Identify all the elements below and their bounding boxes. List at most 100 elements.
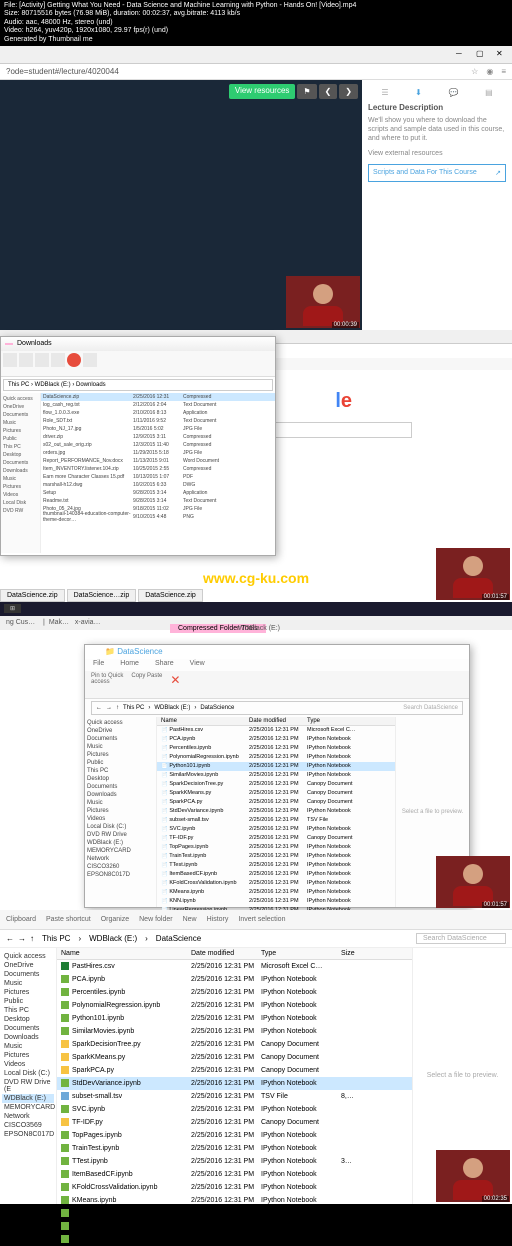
file-row[interactable]: TTest.ipynb2/25/2016 12:31 PMIPython Not…	[57, 1155, 412, 1168]
nav-item[interactable]: EPSON8C017D	[87, 871, 154, 879]
file-list[interactable]: NameDate modifiedTypeSize PastHires.csv2…	[56, 948, 412, 1204]
delete-btn[interactable]	[67, 353, 81, 367]
file-row[interactable]: 📄 KFoldCrossValidation.ipynb2/25/2016 12…	[157, 879, 395, 888]
nav-item[interactable]: Pictures	[87, 807, 154, 815]
file-row[interactable]: 📄 TrainTest.ipynb2/25/2016 12:31 PMIPyth…	[157, 852, 395, 861]
file-row[interactable]: 📄 TTest.ipynb2/25/2016 12:31 PMIPython N…	[157, 861, 395, 870]
file-row[interactable]: thumbnail-140384-education-computer-them…	[41, 513, 275, 521]
nav-item[interactable]: Videos	[2, 1060, 54, 1069]
file-row[interactable]: s02_out_sale_orig.zip12/3/2015 11:40Comp…	[41, 441, 275, 449]
nav-item[interactable]: MEMORYCARD	[87, 847, 154, 855]
nav-item[interactable]: Music	[3, 475, 38, 483]
column-headers[interactable]: NameDate modifiedType	[157, 717, 395, 726]
file-row[interactable]: TF-IDF.py2/25/2016 12:31 PMCanopy Docume…	[57, 1116, 412, 1129]
file-row[interactable]: 📄 KMeans.ipynb2/25/2016 12:31 PMIPython …	[157, 888, 395, 897]
file-row[interactable]: 📄 KNN.ipynb2/25/2016 12:31 PMIPython Not…	[157, 897, 395, 906]
nav-item[interactable]: OneDrive	[87, 727, 154, 735]
resource-link[interactable]: Scripts and Data For This Course ↗	[368, 164, 506, 182]
nav-item[interactable]: WDBlack (E:)	[2, 1094, 54, 1103]
file-row[interactable]: 📄 TopPages.ipynb2/25/2016 12:31 PMIPytho…	[157, 843, 395, 852]
file-row[interactable]: KNN.ipynb2/25/2016 12:31 PMIPython Noteb…	[57, 1207, 412, 1220]
nav-item[interactable]: This PC	[3, 443, 38, 451]
ribbon-btn[interactable]	[83, 353, 97, 367]
file-row[interactable]: KFoldCrossValidation.ipynb2/25/2016 12:3…	[57, 1181, 412, 1194]
nav-item[interactable]: Music	[87, 743, 154, 751]
list-icon[interactable]: ☰	[381, 88, 388, 97]
file-row[interactable]: subset-small.tsv2/25/2016 12:31 PMTSV Fi…	[57, 1090, 412, 1103]
nav-item[interactable]: This PC	[87, 767, 154, 775]
file-row[interactable]: 📄 StdDevVariance.ipynb2/25/2016 12:31 PM…	[157, 807, 395, 816]
file-list[interactable]: NameDate modifiedType 📄 PastHires.csv2/2…	[157, 717, 395, 907]
nav-item[interactable]: This PC	[2, 1006, 54, 1015]
star-icon[interactable]: ☆	[471, 67, 478, 76]
nav-item[interactable]: OneDrive	[2, 961, 54, 970]
nav-item[interactable]: CISCO3260	[87, 863, 154, 871]
nav-item[interactable]: Documents	[2, 970, 54, 979]
nav-item[interactable]: Music	[87, 799, 154, 807]
nav-item[interactable]: Desktop	[3, 451, 38, 459]
crumb[interactable]: This PC	[38, 933, 74, 944]
user-icon[interactable]: ◉	[486, 67, 493, 76]
file-row[interactable]: orders.jpg11/29/2015 5:18JPG File	[41, 449, 275, 457]
path-bar[interactable]: ← → ↑ This PC› WDBlack (E:)› DataScience…	[0, 930, 512, 948]
file-row[interactable]: 📄 ItemBasedCF.ipynb2/25/2016 12:31 PMIPy…	[157, 870, 395, 879]
file-row[interactable]: marshall-h12.dwg10/2/2015 6:33DWG	[41, 481, 275, 489]
nav-item[interactable]: Documents	[3, 411, 38, 419]
file-row[interactable]: log_cash_reg.txt2/12/2016 2:04Text Docum…	[41, 401, 275, 409]
nav-item[interactable]: Videos	[3, 491, 38, 499]
google-search[interactable]	[252, 422, 412, 438]
up-button[interactable]: ↑	[30, 934, 34, 943]
file-row[interactable]: Python101.ipynb2/25/2016 12:31 PMIPython…	[57, 1012, 412, 1025]
doc-icon[interactable]: ▤	[485, 88, 493, 97]
file-row[interactable]: Photo_NJ_17.jpg1/5/2016 5:02JPG File	[41, 425, 275, 433]
file-row[interactable]: 📄 Python101.ipynb2/25/2016 12:31 PMIPyth…	[157, 762, 395, 771]
crumb[interactable]: WDBlack (E:)	[85, 933, 141, 944]
ribbon-btn[interactable]	[3, 353, 17, 367]
compressed-tools-tab[interactable]	[5, 343, 13, 345]
nav-item[interactable]: EPSON8C017D	[2, 1130, 54, 1139]
video-player[interactable]: View resources ⚑ ❮ ❯ 00:00:39	[0, 80, 362, 330]
file-row[interactable]: TrainTest.ipynb2/25/2016 12:31 PMIPython…	[57, 1142, 412, 1155]
file-row[interactable]: 📄 SparkKMeans.py2/25/2016 12:31 PMCanopy…	[157, 789, 395, 798]
nav-item[interactable]: Pictures	[2, 1051, 54, 1060]
file-row[interactable]: LinearRegression.ipynb2/25/2016 12:31 PM…	[57, 1220, 412, 1233]
file-row[interactable]: 📄 subset-small.tsv2/25/2016 12:31 PMTSV …	[157, 816, 395, 825]
nav-item[interactable]: OneDrive	[3, 403, 38, 411]
file-row[interactable]: Readme.txt9/28/2015 3:14Text Document	[41, 497, 275, 505]
nav-pane[interactable]: Quick accessOneDriveDocumentsMusicPictur…	[85, 717, 157, 907]
nav-item[interactable]: Music	[3, 419, 38, 427]
nav-item[interactable]: MEMORYCARD	[2, 1103, 54, 1112]
nav-item[interactable]: Desktop	[87, 775, 154, 783]
fwd-button[interactable]: →	[18, 934, 26, 943]
taskbar[interactable]: ⊞	[0, 602, 512, 616]
file-row[interactable]: PastHires.csv2/25/2016 12:31 PMMicrosoft…	[57, 960, 412, 973]
nav-item[interactable]: Public	[3, 435, 38, 443]
tab-file[interactable]: File	[85, 659, 112, 671]
ribbon-btn[interactable]	[35, 353, 49, 367]
nav-item[interactable]: Public	[87, 759, 154, 767]
crumb[interactable]: DataScience	[200, 705, 234, 711]
nav-item[interactable]: DVD RW	[3, 507, 38, 515]
delete-icon[interactable]: ✕	[170, 673, 182, 685]
ribbon-btn[interactable]	[19, 353, 33, 367]
file-row[interactable]: 📄 Percentiles.ipynb2/25/2016 12:31 PMIPy…	[157, 744, 395, 753]
download-icon[interactable]: ⬇	[415, 88, 422, 97]
maximize-button[interactable]: ▢	[476, 49, 486, 59]
nav-item[interactable]: Documents	[2, 1024, 54, 1033]
download-chip[interactable]: DataScience.zip	[0, 589, 65, 602]
flag-icon[interactable]: ⚑	[297, 84, 316, 99]
nav-item[interactable]: Network	[87, 855, 154, 863]
file-row[interactable]: SparkKMeans.py2/25/2016 12:31 PMCanopy D…	[57, 1051, 412, 1064]
chat-icon[interactable]: 💬	[448, 88, 458, 97]
nav-item[interactable]: Downloads	[87, 791, 154, 799]
nav-item[interactable]: Quick access	[3, 395, 38, 403]
address-bar[interactable]: ?ode=student#/lecture/4020044 ☆ ◉ ≡	[0, 64, 512, 80]
invert-selection[interactable]: Invert selection	[238, 916, 285, 923]
minimize-button[interactable]: ─	[456, 49, 466, 59]
nav-item[interactable]: Music	[2, 1042, 54, 1051]
nav-item[interactable]: Quick access	[2, 952, 54, 961]
file-row[interactable]: 📄 SimilarMovies.ipynb2/25/2016 12:31 PMI…	[157, 771, 395, 780]
file-row[interactable]: Role_SDT.txt1/11/2016 9:52Text Document	[41, 417, 275, 425]
ribbon-btn[interactable]	[51, 353, 65, 367]
back-button[interactable]: ←	[6, 934, 14, 943]
